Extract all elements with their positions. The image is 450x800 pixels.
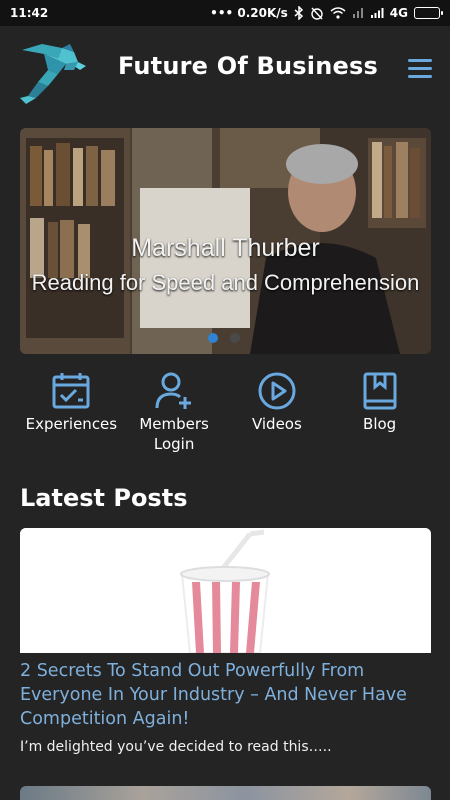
signal-icon [370, 7, 384, 19]
battery-icon [414, 7, 443, 19]
hamburger-menu-icon[interactable] [408, 54, 438, 82]
calendar-check-icon [52, 373, 90, 409]
latest-posts-heading: Latest Posts [20, 484, 188, 512]
nav-label-experiences: Experiences [25, 415, 118, 433]
post-card[interactable]: 2 Secrets To Stand Out Powerfully From E… [20, 528, 431, 755]
hero-title: Marshall Thurber [131, 234, 320, 262]
book-icon [363, 372, 397, 410]
nav-label-videos: Videos [251, 415, 302, 433]
network-type: 4G [389, 6, 408, 20]
nav-label-blog: Blog [363, 415, 397, 433]
alarm-off-icon [310, 6, 324, 20]
bluetooth-icon [294, 6, 304, 20]
post-excerpt: I’m delighted you’ve decided to read thi… [20, 739, 332, 755]
status-time: 11:42 [10, 6, 49, 20]
hero-subtitle: Reading for Speed and Comprehension [31, 270, 420, 295]
wifi-icon [330, 7, 346, 19]
carousel-dots [208, 333, 240, 343]
network-speed: ••• 0.20K/s [210, 6, 288, 20]
nav-label-members-login: Members Login [139, 415, 209, 453]
carousel-dot-1[interactable] [208, 333, 218, 343]
nav-experiences[interactable]: Experiences [20, 370, 123, 454]
nav-members-login[interactable]: Members Login [123, 370, 226, 454]
post-thumbnail[interactable] [20, 528, 431, 653]
next-post-thumbnail[interactable] [20, 786, 431, 800]
status-icons: ••• 0.20K/s 4G [210, 6, 443, 20]
nav-blog[interactable]: Blog [328, 370, 431, 454]
dolphin-logo-icon[interactable] [18, 40, 86, 104]
quick-nav: Experiences Members Login Videos Blog [20, 370, 431, 454]
user-add-icon [155, 372, 192, 409]
app-title: Future Of Business [118, 52, 378, 80]
play-circle-icon [258, 372, 296, 410]
status-bar: 11:42 ••• 0.20K/s 4G [0, 0, 450, 26]
app-header: Future Of Business [0, 26, 450, 116]
post-title-link[interactable]: 2 Secrets To Stand Out Powerfully From E… [20, 659, 431, 731]
signal-off-icon [352, 7, 364, 19]
hero-slide[interactable]: Marshall Thurber Reading for Speed and C… [20, 128, 431, 354]
cup-straw-image [20, 528, 431, 653]
carousel-dot-2[interactable] [230, 333, 240, 343]
nav-videos[interactable]: Videos [226, 370, 329, 454]
